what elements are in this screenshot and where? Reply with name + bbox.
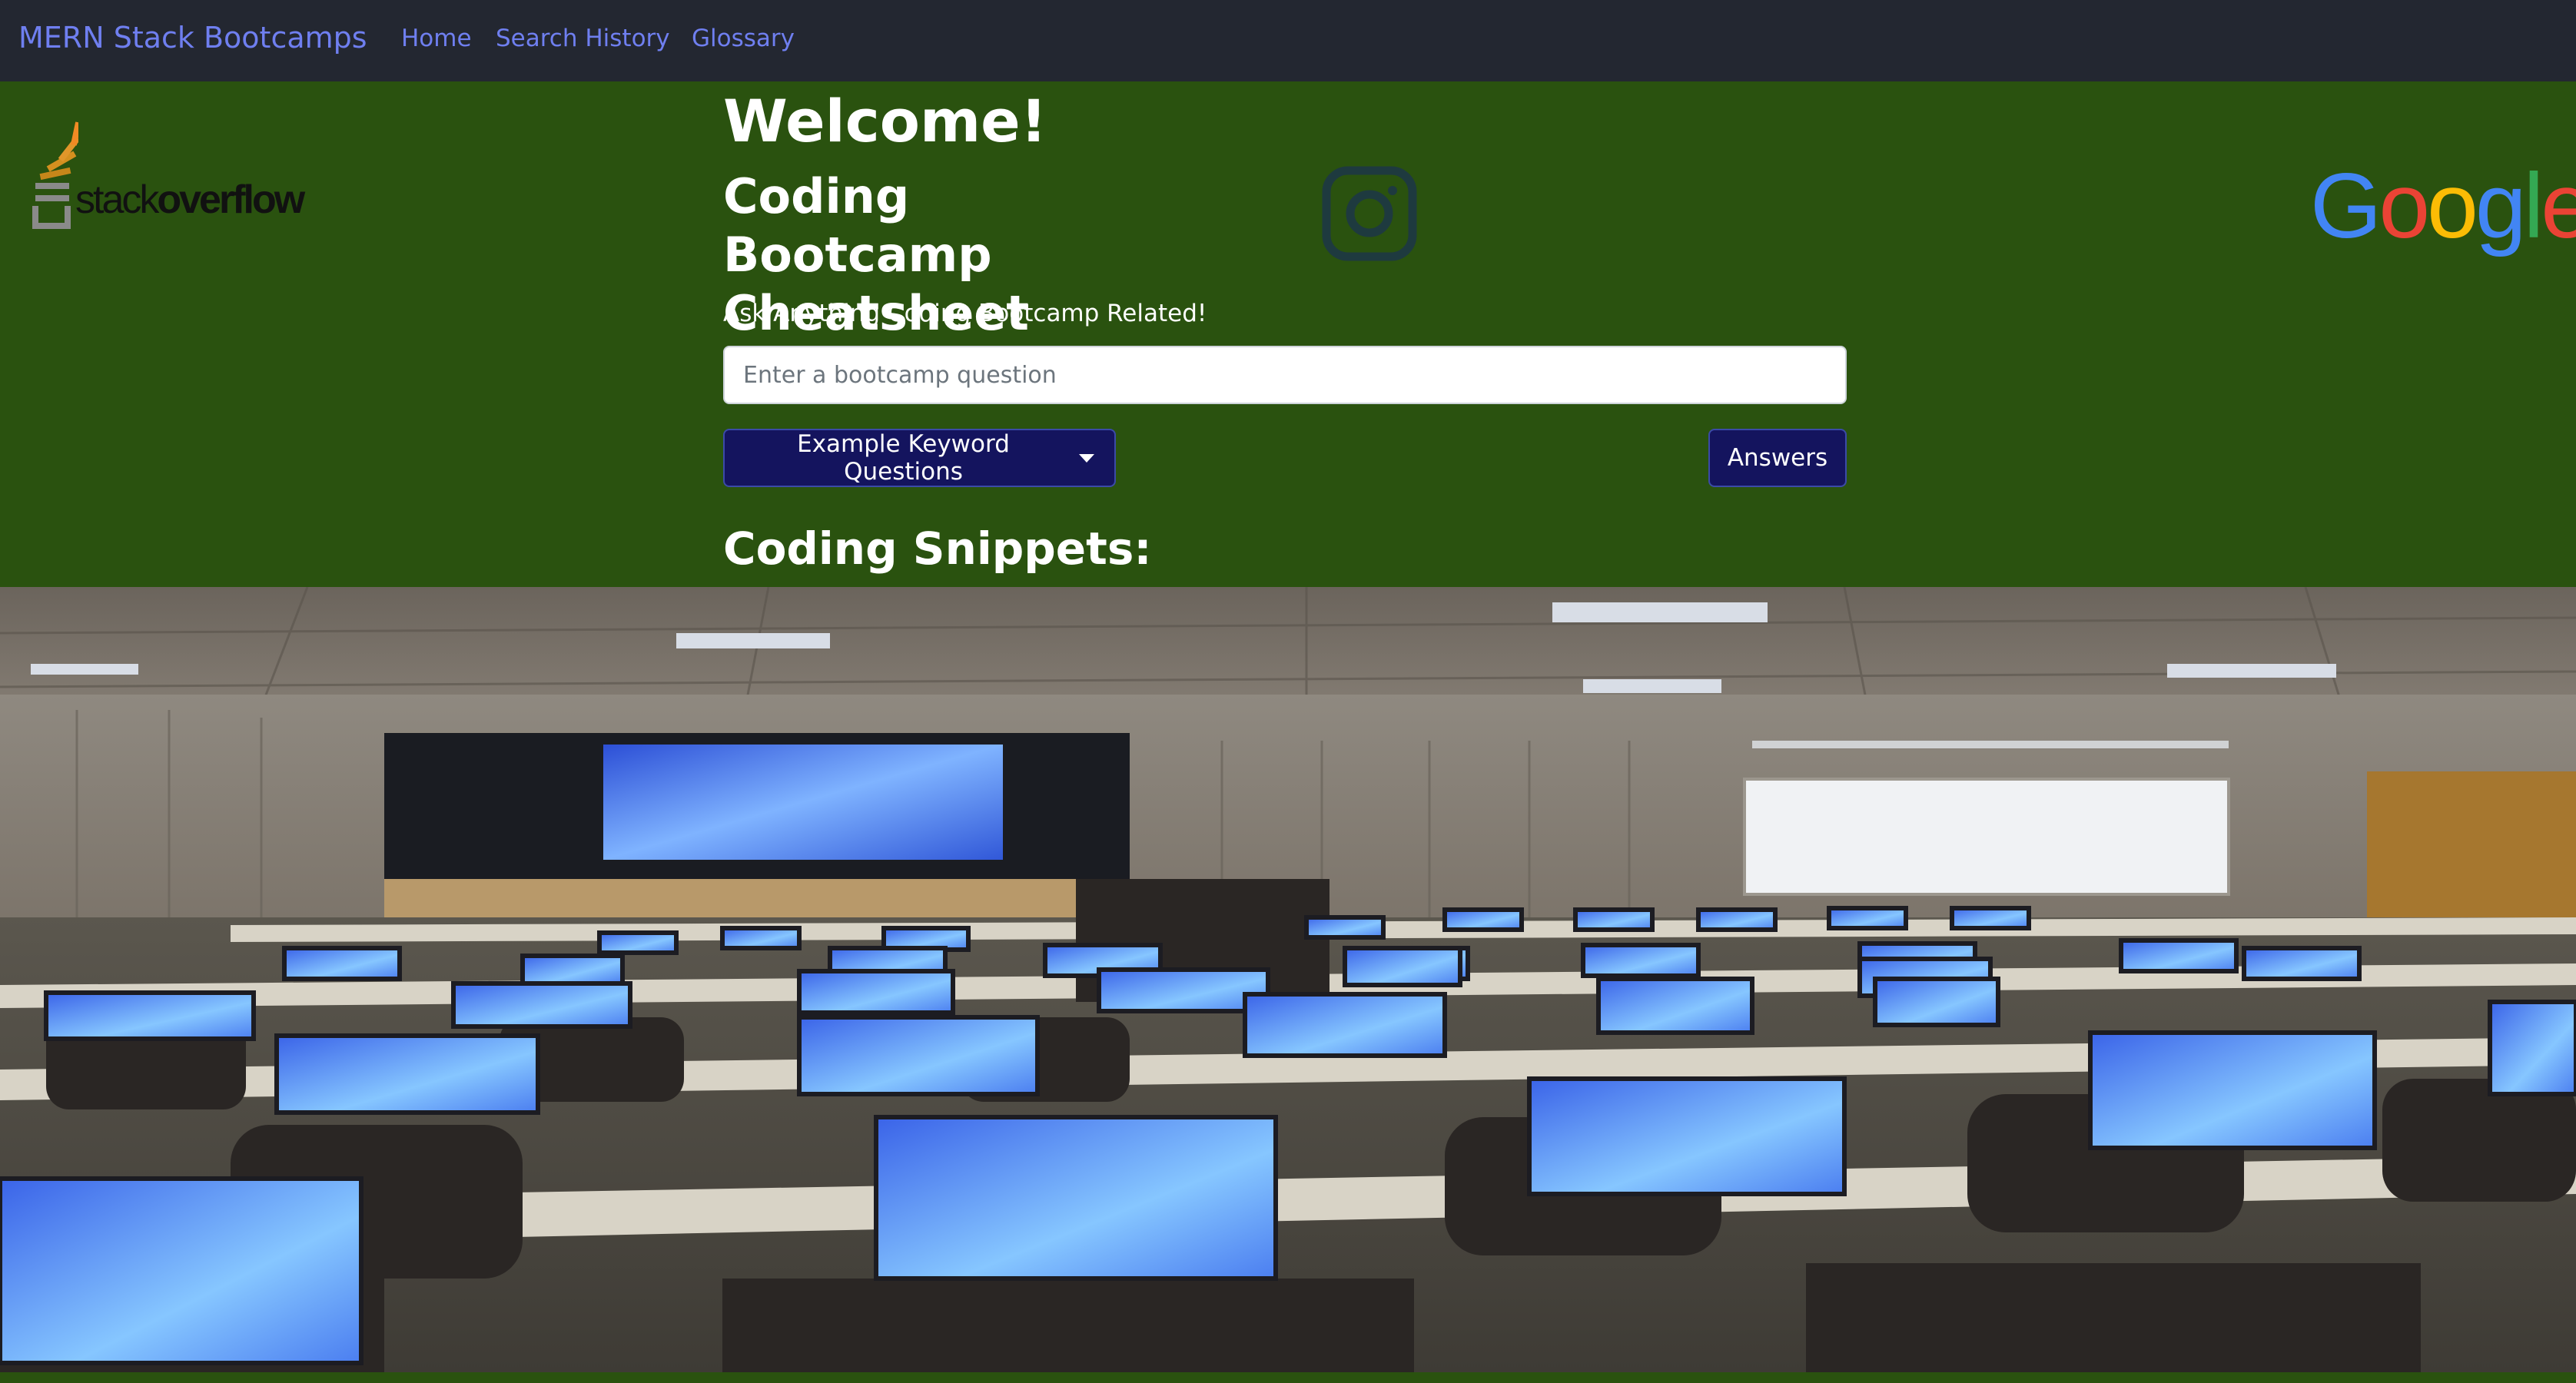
example-questions-label: Example Keyword Questions (797, 430, 1010, 486)
stackoverflow-stack-icon (32, 121, 78, 229)
coding-snippets-heading: Coding Snippets: (723, 522, 1152, 575)
footer-band (0, 1372, 2576, 1383)
search-input[interactable] (723, 346, 1847, 404)
google-logo[interactable]: Google (2310, 154, 2576, 258)
instagram-icon[interactable] (1322, 166, 1417, 261)
answers-button[interactable]: Answers (1708, 429, 1847, 487)
nav-link-search-history[interactable]: Search History (496, 22, 670, 55)
stackoverflow-wordmark: stackoverflow (75, 177, 305, 222)
classroom-illustration (0, 587, 2576, 1372)
nav-link-home[interactable]: Home (401, 22, 472, 55)
stackoverflow-logo[interactable]: stackoverflow (32, 115, 305, 238)
nav-link-glossary[interactable]: Glossary (692, 22, 795, 55)
brand-link[interactable]: MERN Stack Bootcamps (18, 18, 367, 57)
navbar: MERN Stack Bootcamps Home Search History… (0, 0, 2576, 81)
classroom-photo (0, 587, 2576, 1372)
caret-down-icon (1079, 453, 1094, 463)
tagline: Ask Anything Coding Bootcamp Related! (723, 300, 1207, 327)
welcome-heading: Welcome! (723, 87, 1047, 155)
example-questions-dropdown-button[interactable]: Example Keyword Questions (723, 429, 1116, 487)
hero-section (0, 81, 2576, 587)
